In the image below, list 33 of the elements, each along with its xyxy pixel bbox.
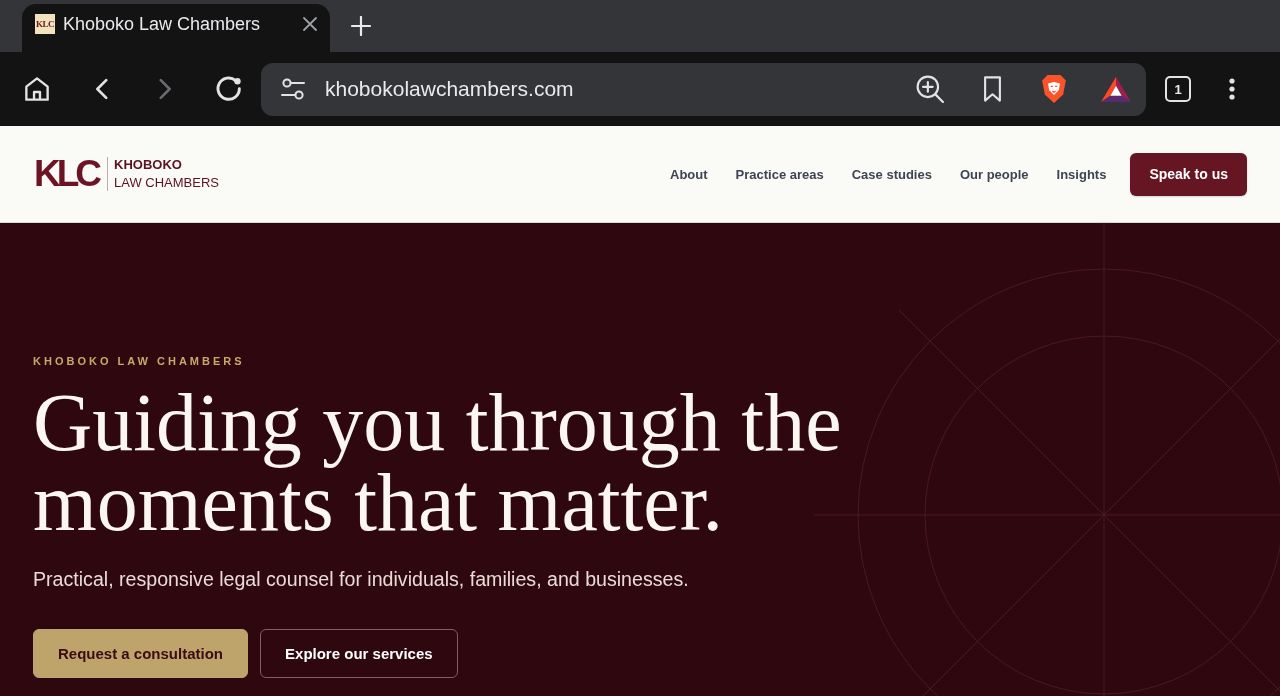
url-text: khobokolawchambers.com (325, 77, 574, 101)
nav-link[interactable]: Our people (959, 166, 1029, 182)
hero-subheading: Practical, responsive legal counsel for individuals, families, and businesses. (33, 567, 689, 591)
tab-count-button[interactable]: 1 (1165, 76, 1191, 102)
home-icon (24, 76, 50, 102)
more-dots-icon (1229, 78, 1235, 100)
browser-tab[interactable]: KLC Khoboko Law Chambers (22, 4, 330, 52)
hero-heading: Guiding you through the moments that matter. (33, 383, 843, 543)
nav-link[interactable]: Case studies (851, 166, 932, 182)
eyebrow-text: KHOBOKO LAW CHAMBERS (33, 354, 245, 368)
reload-icon (216, 76, 242, 102)
forward-chevron-icon (158, 78, 172, 100)
bookmark-icon (982, 76, 1002, 102)
nav-link[interactable]: Insights (1056, 166, 1107, 182)
plus-icon (351, 16, 371, 36)
nav-link[interactable]: Practice areas (735, 166, 824, 182)
lion-shield-icon (1042, 75, 1066, 103)
logo-monogram[interactable]: KLC (34, 154, 99, 194)
tune-icon (281, 78, 305, 100)
close-icon (303, 17, 317, 31)
tab-title: Khoboko Law Chambers (63, 13, 261, 35)
logo-text[interactable]: LAW CHAMBERS (114, 174, 220, 192)
site-favicon: KLC (35, 14, 55, 34)
nav-link[interactable]: About (670, 166, 708, 182)
address-bar[interactable]: khobokolawchambers.com (261, 62, 1146, 116)
new-tab-button[interactable] (349, 14, 373, 38)
speak-button[interactable]: Speak to us (1130, 152, 1247, 196)
triangle-icon (1101, 76, 1131, 102)
zoom-in-icon (916, 75, 944, 103)
consultation-button[interactable]: Request a consultation (33, 629, 249, 678)
logo-text[interactable]: KHOBOKO (114, 156, 182, 174)
services-button[interactable]: Explore our services (260, 629, 458, 678)
back-chevron-icon (94, 78, 108, 100)
